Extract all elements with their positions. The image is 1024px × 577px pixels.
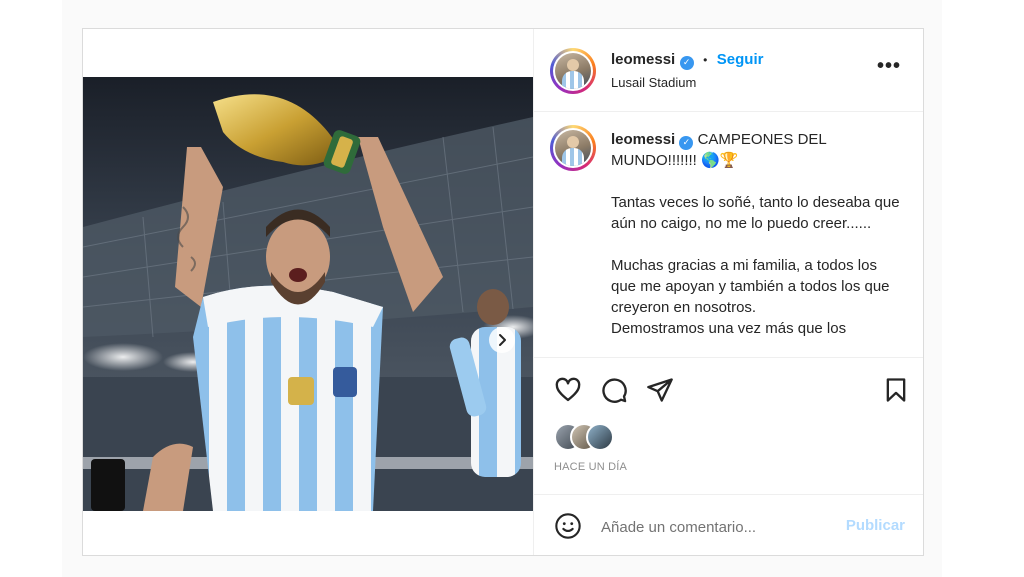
chevron-right-icon bbox=[499, 334, 506, 346]
heart-icon[interactable] bbox=[554, 376, 582, 404]
avatar-image bbox=[555, 53, 591, 89]
caption-paragraph: Tantas veces lo soñé, tanto lo deseaba q… bbox=[611, 194, 900, 232]
post-side-panel: leomessi ✓ • Seguir Lusail Stadium ••• l… bbox=[533, 29, 923, 555]
liker-avatar bbox=[586, 423, 614, 451]
caption-username[interactable]: leomessi bbox=[611, 131, 675, 148]
separator-dot: • bbox=[703, 53, 708, 67]
bookmark-icon[interactable] bbox=[882, 376, 910, 404]
action-bar bbox=[534, 372, 923, 408]
post-card: leomessi ✓ • Seguir Lusail Stadium ••• l… bbox=[82, 28, 924, 556]
carousel-next-button[interactable] bbox=[489, 327, 515, 353]
comment-icon[interactable] bbox=[600, 376, 628, 404]
smiley-icon[interactable] bbox=[554, 512, 582, 540]
caption-section: leomessi ✓ CAMPEONES DEL MUNDO!!!!!!! 🌎🏆… bbox=[534, 112, 923, 358]
verified-badge-icon: ✓ bbox=[679, 55, 694, 70]
comment-bar: Publicar bbox=[534, 494, 923, 555]
username-link[interactable]: leomessi bbox=[611, 51, 675, 68]
caption-paragraph: Demostramos una vez más que los bbox=[611, 320, 847, 337]
post-timestamp[interactable]: HACE UN DÍA bbox=[554, 461, 627, 473]
verified-badge-icon: ✓ bbox=[679, 135, 694, 150]
post-header: leomessi ✓ • Seguir Lusail Stadium ••• bbox=[534, 29, 923, 112]
comment-input[interactable] bbox=[599, 513, 833, 541]
publish-button[interactable]: Publicar bbox=[846, 517, 905, 534]
location-link[interactable]: Lusail Stadium bbox=[611, 75, 696, 90]
caption-paragraph: Muchas gracias a mi familia, a todos los… bbox=[611, 257, 890, 316]
post-photo[interactable] bbox=[83, 77, 533, 511]
post-media bbox=[83, 29, 533, 555]
paper-plane-icon[interactable] bbox=[646, 376, 674, 404]
avatar[interactable] bbox=[550, 48, 596, 94]
avatar-image bbox=[555, 130, 591, 166]
follow-button[interactable]: Seguir bbox=[717, 51, 764, 68]
caption-text: leomessi ✓ CAMPEONES DEL MUNDO!!!!!!! 🌎🏆… bbox=[611, 129, 901, 339]
caption-avatar[interactable] bbox=[550, 125, 596, 171]
more-options-icon[interactable]: ••• bbox=[877, 56, 901, 76]
